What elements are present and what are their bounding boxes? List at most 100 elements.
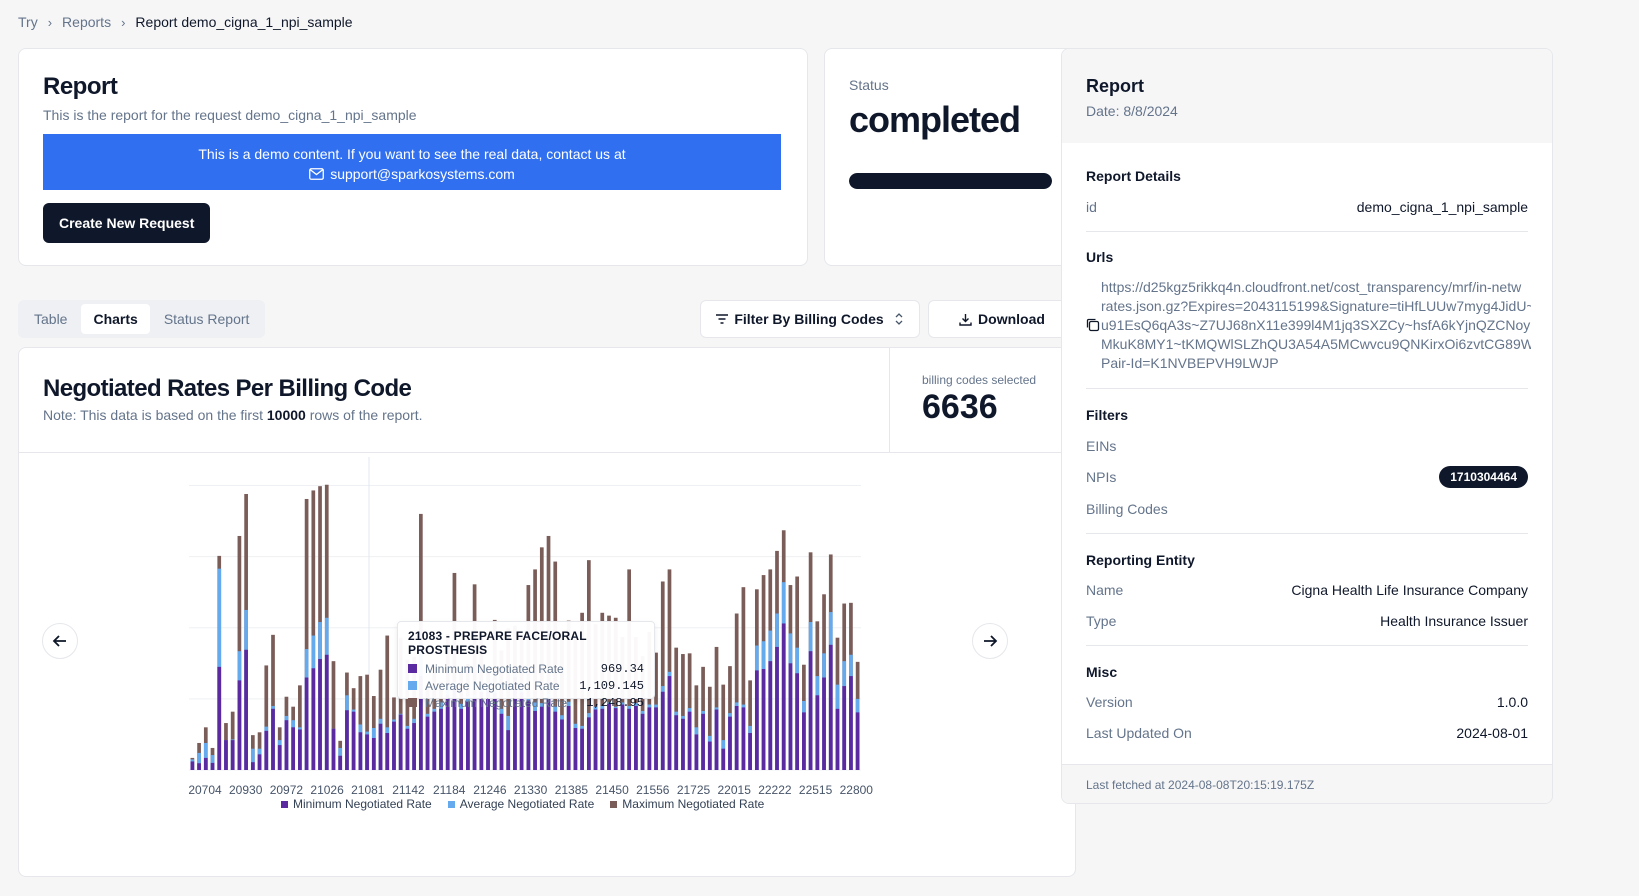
bar-min[interactable] [224,740,228,770]
bar-min[interactable] [197,763,201,770]
bar-min[interactable] [573,728,578,770]
bar-min[interactable] [620,704,625,770]
bar-min[interactable] [250,762,255,770]
bar-min[interactable] [425,716,430,770]
breadcrumb-reports[interactable]: Reports [62,14,111,30]
bar-min[interactable] [371,737,376,770]
bar-min[interactable] [338,755,343,770]
bar-min[interactable] [849,676,853,770]
bar-min[interactable] [600,708,605,770]
bar-min[interactable] [311,668,316,770]
bar-min[interactable] [781,623,786,770]
bar-min[interactable] [264,730,269,771]
bar-min[interactable] [466,701,470,770]
bar-min[interactable] [842,686,847,770]
bar-min[interactable] [593,709,598,770]
bar-min[interactable] [378,723,383,770]
bar-min[interactable] [714,709,719,770]
bar-min[interactable] [392,721,396,770]
bar-min[interactable] [244,649,248,770]
bar-min[interactable] [385,733,390,770]
bar-min[interactable] [439,708,443,770]
bar-min[interactable] [748,733,752,770]
support-email-link[interactable]: support@sparkosystems.com [330,164,515,184]
bar-min[interactable] [190,761,195,770]
bar-min[interactable] [640,713,645,770]
bar-min[interactable] [815,695,820,770]
bar-min[interactable] [694,734,699,770]
bar-min[interactable] [345,710,349,770]
chart-prev-button[interactable] [42,623,78,659]
legend-item-avg[interactable]: Average Negotiated Rate [447,797,594,811]
bar-min[interactable] [681,718,685,770]
tab-charts[interactable]: Charts [81,304,150,334]
bar-min[interactable] [687,711,692,770]
bar-min[interactable] [667,676,672,770]
bar-min[interactable] [284,720,289,770]
breadcrumb-try[interactable]: Try [18,14,38,30]
bar-min[interactable] [459,708,464,770]
bar-min[interactable] [324,654,329,770]
legend-item-max[interactable]: Maximum Negotiated Rate [610,797,764,811]
bar-min[interactable] [203,757,208,770]
bar-min[interactable] [707,741,712,770]
bar-min[interactable] [553,711,558,770]
bar-min[interactable] [855,712,860,770]
bar-min[interactable] [398,714,403,770]
bar-min[interactable] [217,666,222,770]
bar-min[interactable] [674,715,679,770]
bar-min[interactable] [728,716,732,770]
bar-min[interactable] [318,659,322,770]
bar-min[interactable] [566,705,571,770]
bar-min[interactable] [654,707,658,770]
bar-min[interactable] [533,710,537,770]
bar-min[interactable] [835,708,840,770]
copy-icon[interactable] [1086,318,1100,332]
bar-min[interactable] [358,732,363,770]
download-button[interactable]: Download [928,300,1076,338]
bar-min[interactable] [734,705,739,770]
bar-min[interactable] [634,705,638,770]
create-new-request-button[interactable]: Create New Request [43,203,211,243]
bar-min[interactable] [432,711,437,770]
bar-min[interactable] [627,708,632,770]
bar-min[interactable] [291,727,296,770]
bar-min[interactable] [802,712,806,770]
bar-min[interactable] [539,706,544,770]
bar-min[interactable] [271,708,275,770]
bar-min[interactable] [298,729,302,770]
bar-min[interactable] [721,748,726,770]
bar-min[interactable] [822,677,826,770]
bar-min[interactable] [788,663,793,770]
legend-item-min[interactable]: Minimum Negotiated Rate [281,797,432,811]
bar-min[interactable] [405,728,410,770]
bar-min[interactable] [210,762,215,770]
bar-min[interactable] [506,730,511,770]
bar-min[interactable] [754,670,759,770]
bar-min[interactable] [613,708,618,770]
bar-min[interactable] [741,707,746,770]
bar-min[interactable] [607,703,611,770]
bar-min[interactable] [237,680,242,770]
bar-min[interactable] [365,734,369,770]
bar-min[interactable] [761,668,766,770]
bar-min[interactable] [775,646,779,770]
tab-status-report[interactable]: Status Report [152,304,262,334]
bar-min[interactable] [660,691,665,770]
bar-min[interactable] [351,711,356,770]
tab-table[interactable]: Table [22,304,79,334]
bar-min[interactable] [331,728,336,770]
bar-min[interactable] [257,754,262,770]
report-url-link[interactable]: https://d25kgz5rikkq4n.cloudfront.net/co… [1101,278,1531,373]
bar-min[interactable] [499,713,504,770]
bar-min[interactable] [580,728,584,770]
bar-min[interactable] [647,707,652,770]
bar-min[interactable] [412,723,416,770]
bar-min[interactable] [230,740,235,770]
bar-min[interactable] [586,717,591,770]
chart-next-button[interactable] [972,623,1008,659]
bar-min[interactable] [277,745,282,770]
bar-min[interactable] [808,651,813,770]
bar-min[interactable] [768,661,773,770]
bar-min[interactable] [560,719,564,770]
